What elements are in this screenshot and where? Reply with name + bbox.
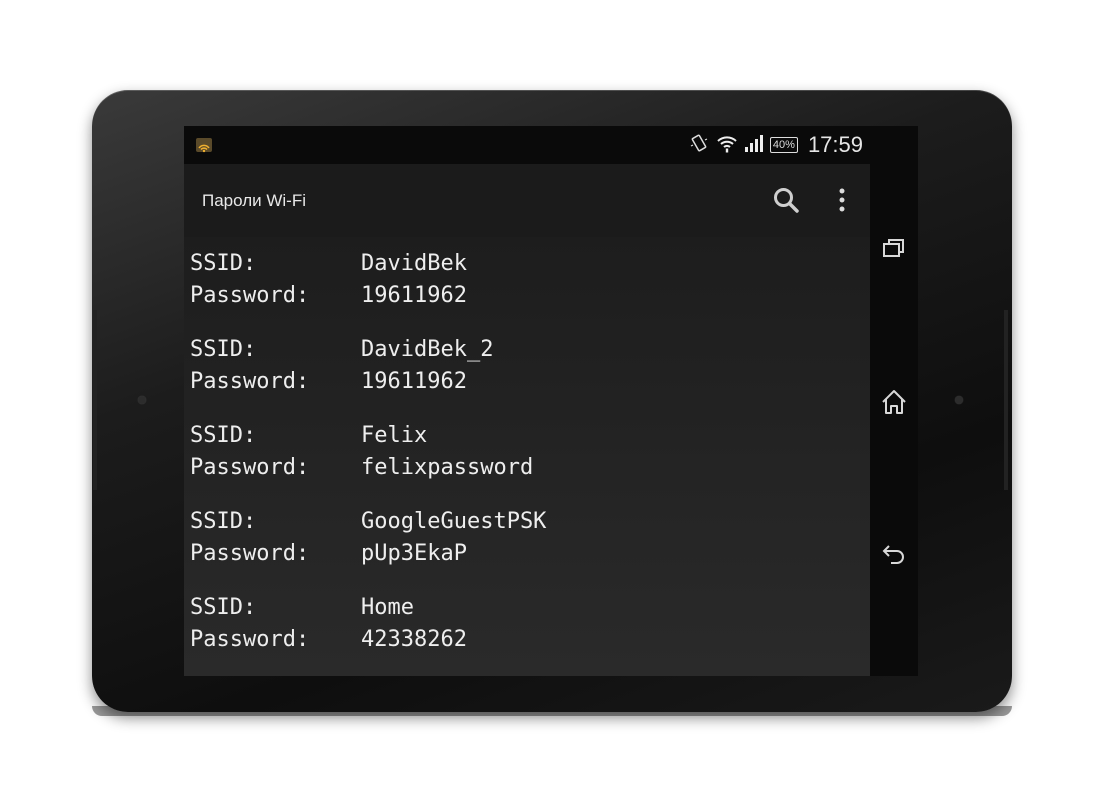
password-label: Password:: [190, 627, 310, 652]
ssid-label: SSID:: [190, 595, 257, 620]
list-item[interactable]: SSID: DavidBek Password: 19611962: [190, 248, 467, 312]
status-icons: 40% 17:59: [688, 132, 863, 158]
ssid-value: DavidBek_2: [361, 337, 494, 362]
password-value: 19611962: [361, 283, 467, 308]
ssid-label: SSID:: [190, 251, 257, 276]
speaker-grille-left: [93, 310, 97, 490]
password-label: Password:: [190, 455, 310, 480]
screen: 40% 17:59 Пароли Wi-Fi SSID: DavidBek Pas…: [184, 126, 918, 676]
front-sensor-left: [138, 396, 146, 404]
ssid-value: GoogleGuestPSK: [361, 509, 547, 534]
password-label: Password:: [190, 283, 310, 308]
password-label: Password:: [190, 369, 310, 394]
password-value: felixpassword: [361, 455, 534, 480]
ssid-value: DavidBek: [361, 251, 467, 276]
password-value: 19611962: [361, 369, 467, 394]
ssid-label: SSID:: [190, 423, 257, 448]
home-icon[interactable]: [878, 386, 910, 418]
wifi-notify-icon: [196, 138, 212, 153]
overflow-menu-icon[interactable]: [824, 182, 860, 218]
app-title: Пароли Wi-Fi: [202, 191, 306, 210]
recent-apps-icon[interactable]: [878, 232, 910, 264]
action-bar: Пароли Wi-Fi: [184, 164, 870, 237]
signal-icon: [744, 133, 764, 157]
ssid-value: Felix: [361, 423, 428, 448]
speaker-grille-right: [1004, 310, 1008, 490]
vibrate-icon: [688, 132, 710, 158]
password-label: Password:: [190, 541, 310, 566]
list-item[interactable]: SSID: GoogleGuestPSK Password: pUp3EkaP: [190, 506, 546, 570]
wifi-icon: [716, 132, 738, 158]
list-item[interactable]: SSID: DavidBek_2 Password: 19611962: [190, 334, 493, 398]
back-icon[interactable]: [878, 538, 910, 570]
network-list: SSID: DavidBek Password: 19611962 SSID: Dav…: [184, 237, 870, 676]
password-value: 42338262: [361, 627, 467, 652]
ssid-label: SSID:: [190, 509, 257, 534]
navigation-bar: [870, 164, 918, 676]
list-item[interactable]: SSID: Home Password: 42338262: [190, 592, 467, 656]
ssid-value: Home: [361, 595, 414, 620]
status-time: 17:59: [807, 132, 863, 157]
password-value: pUp3EkaP: [361, 541, 467, 566]
search-icon[interactable]: [768, 182, 804, 218]
status-bar: 40% 17:59: [184, 126, 918, 164]
ssid-label: SSID:: [190, 337, 257, 362]
battery-icon: 40%: [769, 137, 798, 153]
list-item[interactable]: SSID: Felix Password: felixpassword: [190, 420, 533, 484]
front-sensor-right: [955, 396, 963, 404]
